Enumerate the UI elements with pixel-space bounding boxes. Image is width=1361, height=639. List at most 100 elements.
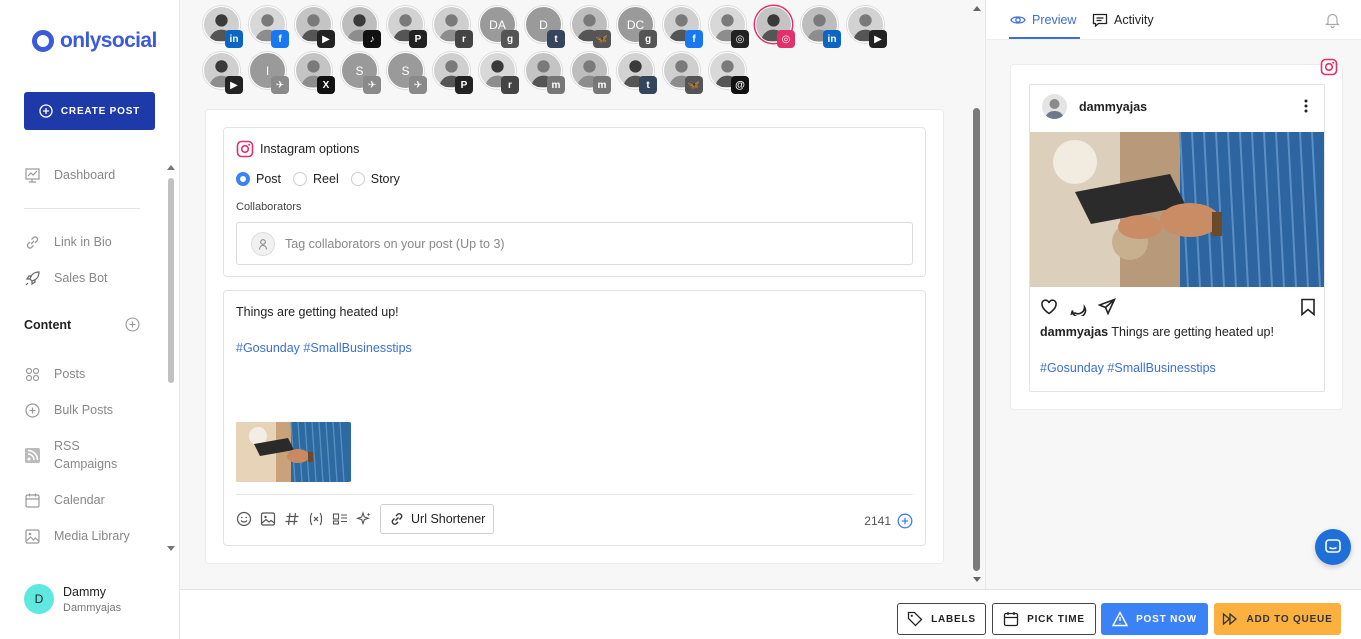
- account-avatar-bluesky[interactable]: 🦋: [663, 52, 703, 94]
- sidebar-scrollbar[interactable]: [166, 165, 176, 555]
- labels-label: LABELS: [931, 613, 976, 625]
- sidebar-item-rss-campaigns[interactable]: RSS Campaigns: [24, 437, 154, 473]
- comment-icon: [1092, 13, 1108, 28]
- pick-time-button[interactable]: PICK TIME: [992, 603, 1096, 635]
- account-avatar-mastodon[interactable]: m: [525, 52, 565, 94]
- sidebar-item-calendar[interactable]: Calendar: [24, 491, 154, 509]
- sidebar-item-media-library[interactable]: Media Library: [24, 527, 154, 545]
- sidebar-item-sales-bot[interactable]: Sales Bot: [24, 269, 154, 287]
- account-avatar-reddit[interactable]: r: [479, 52, 519, 94]
- attached-image-thumbnail[interactable]: [236, 422, 351, 482]
- image-upload-icon[interactable]: [260, 511, 276, 527]
- url-shortener-button[interactable]: Url Shortener: [380, 504, 495, 534]
- collaborators-input[interactable]: Tag collaborators on your post (Up to 3): [236, 222, 913, 265]
- account-avatar-x[interactable]: X: [295, 52, 335, 94]
- tab-activity[interactable]: Activity: [1092, 12, 1154, 28]
- create-post-label: CREATE POST: [60, 105, 141, 117]
- collaborators-placeholder: Tag collaborators on your post (Up to 3): [285, 236, 505, 251]
- emoji-icon[interactable]: [236, 511, 252, 527]
- account-avatar-youtube[interactable]: ▶: [847, 6, 887, 48]
- account-avatar-tiktok[interactable]: ♪: [341, 6, 381, 48]
- sidebar-item-dashboard[interactable]: Dashboard: [24, 166, 154, 184]
- char-count: 2141: [864, 514, 891, 528]
- account-avatar-pinterest[interactable]: P: [387, 6, 427, 48]
- post-type-story[interactable]: Story: [350, 172, 400, 186]
- post-now-button[interactable]: POST NOW: [1101, 603, 1208, 635]
- account-avatar-reddit[interactable]: r: [433, 6, 473, 48]
- post-type-reel[interactable]: Reel: [293, 172, 339, 186]
- account-avatar-facebook[interactable]: f: [249, 6, 289, 48]
- support-chat-button[interactable]: [1315, 529, 1351, 565]
- avatar: D: [24, 584, 54, 614]
- post-editor[interactable]: Things are getting heated up! #Gosunday …: [223, 290, 926, 546]
- more-options-icon[interactable]: [1304, 99, 1308, 113]
- sidebar-item-label: Bulk Posts: [54, 403, 114, 417]
- account-avatar-gbp[interactable]: DC g: [617, 6, 657, 48]
- ai-sparkle-icon[interactable]: [356, 511, 372, 527]
- labels-button[interactable]: LABELS: [897, 603, 986, 635]
- comment-icon[interactable]: [1069, 298, 1087, 316]
- tab-preview[interactable]: Preview: [1010, 12, 1076, 28]
- hashtag-icon[interactable]: [284, 511, 300, 527]
- account-avatar-mastodon[interactable]: m: [571, 52, 611, 94]
- bookmark-icon[interactable]: [1300, 298, 1316, 316]
- account-avatar-facebook[interactable]: f: [663, 6, 703, 48]
- user-profile[interactable]: D Dammy Dammyajas: [24, 584, 121, 614]
- send-icon[interactable]: [1098, 298, 1116, 316]
- account-avatar-linkedin[interactable]: in: [203, 6, 243, 48]
- scroll-down-arrow-icon[interactable]: [973, 577, 981, 582]
- account-avatar-instagram[interactable]: ◎: [755, 6, 795, 48]
- create-post-button[interactable]: CREATE POST: [24, 92, 155, 130]
- account-avatar-threads[interactable]: @: [709, 52, 749, 94]
- account-avatar-linkedin[interactable]: in: [801, 6, 841, 48]
- scroll-up-arrow-icon[interactable]: [973, 6, 981, 11]
- gbp-icon: g: [639, 30, 657, 48]
- main-scroll-thumb[interactable]: [973, 108, 980, 571]
- sidebar-item-posts[interactable]: Posts: [24, 365, 154, 383]
- tiktok-icon: ♪: [363, 30, 381, 48]
- radio-unselected[interactable]: [350, 172, 365, 186]
- sidebar-item-bulk-posts[interactable]: Bulk Posts: [24, 401, 154, 419]
- account-avatar-gbp[interactable]: DA g: [479, 6, 519, 48]
- sidebar-item-link-in-bio[interactable]: Link in Bio: [24, 233, 154, 251]
- account-selector: in f ▶ ♪ Pr DA g Dt 🦋 DC g f ◎ ◎ in ▶ ▶ I ✈ X S ✈ S ✈ Pr m m t 🦋 @: [203, 6, 923, 94]
- rocket-icon: [25, 270, 40, 285]
- calendar-icon: [1003, 612, 1019, 627]
- account-avatar-telegram[interactable]: S ✈: [341, 52, 381, 94]
- account-avatar-telegram[interactable]: I ✈: [249, 52, 289, 94]
- account-avatar-instagram[interactable]: ◎: [709, 6, 749, 48]
- radio-selected[interactable]: [236, 172, 250, 186]
- account-avatar-tumblr[interactable]: Dt: [525, 6, 565, 48]
- content-heading: Content: [24, 317, 72, 332]
- chart-icon: [25, 167, 40, 183]
- sidebar-scroll-thumb[interactable]: [168, 178, 174, 383]
- account-avatar-tumblr[interactable]: t: [617, 52, 657, 94]
- account-avatar-bluesky[interactable]: 🦋: [571, 6, 611, 48]
- active-tab-indicator: [1009, 37, 1080, 39]
- preview-panel: Preview Activity dammyajas dammyajas Thi…: [985, 0, 1361, 589]
- post-text[interactable]: Things are getting heated up!: [236, 305, 399, 319]
- post-type-post[interactable]: Post: [236, 172, 281, 186]
- account-avatar-telegram[interactable]: S ✈: [387, 52, 427, 94]
- add-content-icon[interactable]: [125, 317, 140, 332]
- sidebar-item-label: Sales Bot: [54, 271, 108, 285]
- sidebar-item-label: Link in Bio: [54, 235, 112, 249]
- add-thread-icon[interactable]: [897, 513, 913, 529]
- main-scrollbar[interactable]: [969, 0, 985, 589]
- heart-icon[interactable]: [1040, 298, 1058, 316]
- logo[interactable]: onlysocial: [32, 29, 157, 53]
- add-to-queue-button[interactable]: ADD TO QUEUE: [1214, 603, 1341, 635]
- fast-forward-icon: [1223, 612, 1238, 626]
- radio-unselected[interactable]: [293, 172, 308, 186]
- scroll-down-arrow-icon[interactable]: [167, 546, 175, 551]
- bell-icon[interactable]: [1325, 12, 1340, 28]
- account-avatar-youtube[interactable]: ▶: [295, 6, 335, 48]
- post-hashtags[interactable]: #Gosunday #SmallBusinesstips: [236, 341, 412, 355]
- layout-icon[interactable]: [332, 511, 348, 527]
- variable-icon[interactable]: [308, 511, 324, 527]
- waiter-tablet-image: [236, 422, 351, 482]
- account-avatar-pinterest[interactable]: P: [433, 52, 473, 94]
- account-avatar-youtube[interactable]: ▶: [203, 52, 243, 94]
- scroll-up-arrow-icon[interactable]: [167, 165, 175, 170]
- caption-text: Things are getting heated up!: [1111, 325, 1274, 339]
